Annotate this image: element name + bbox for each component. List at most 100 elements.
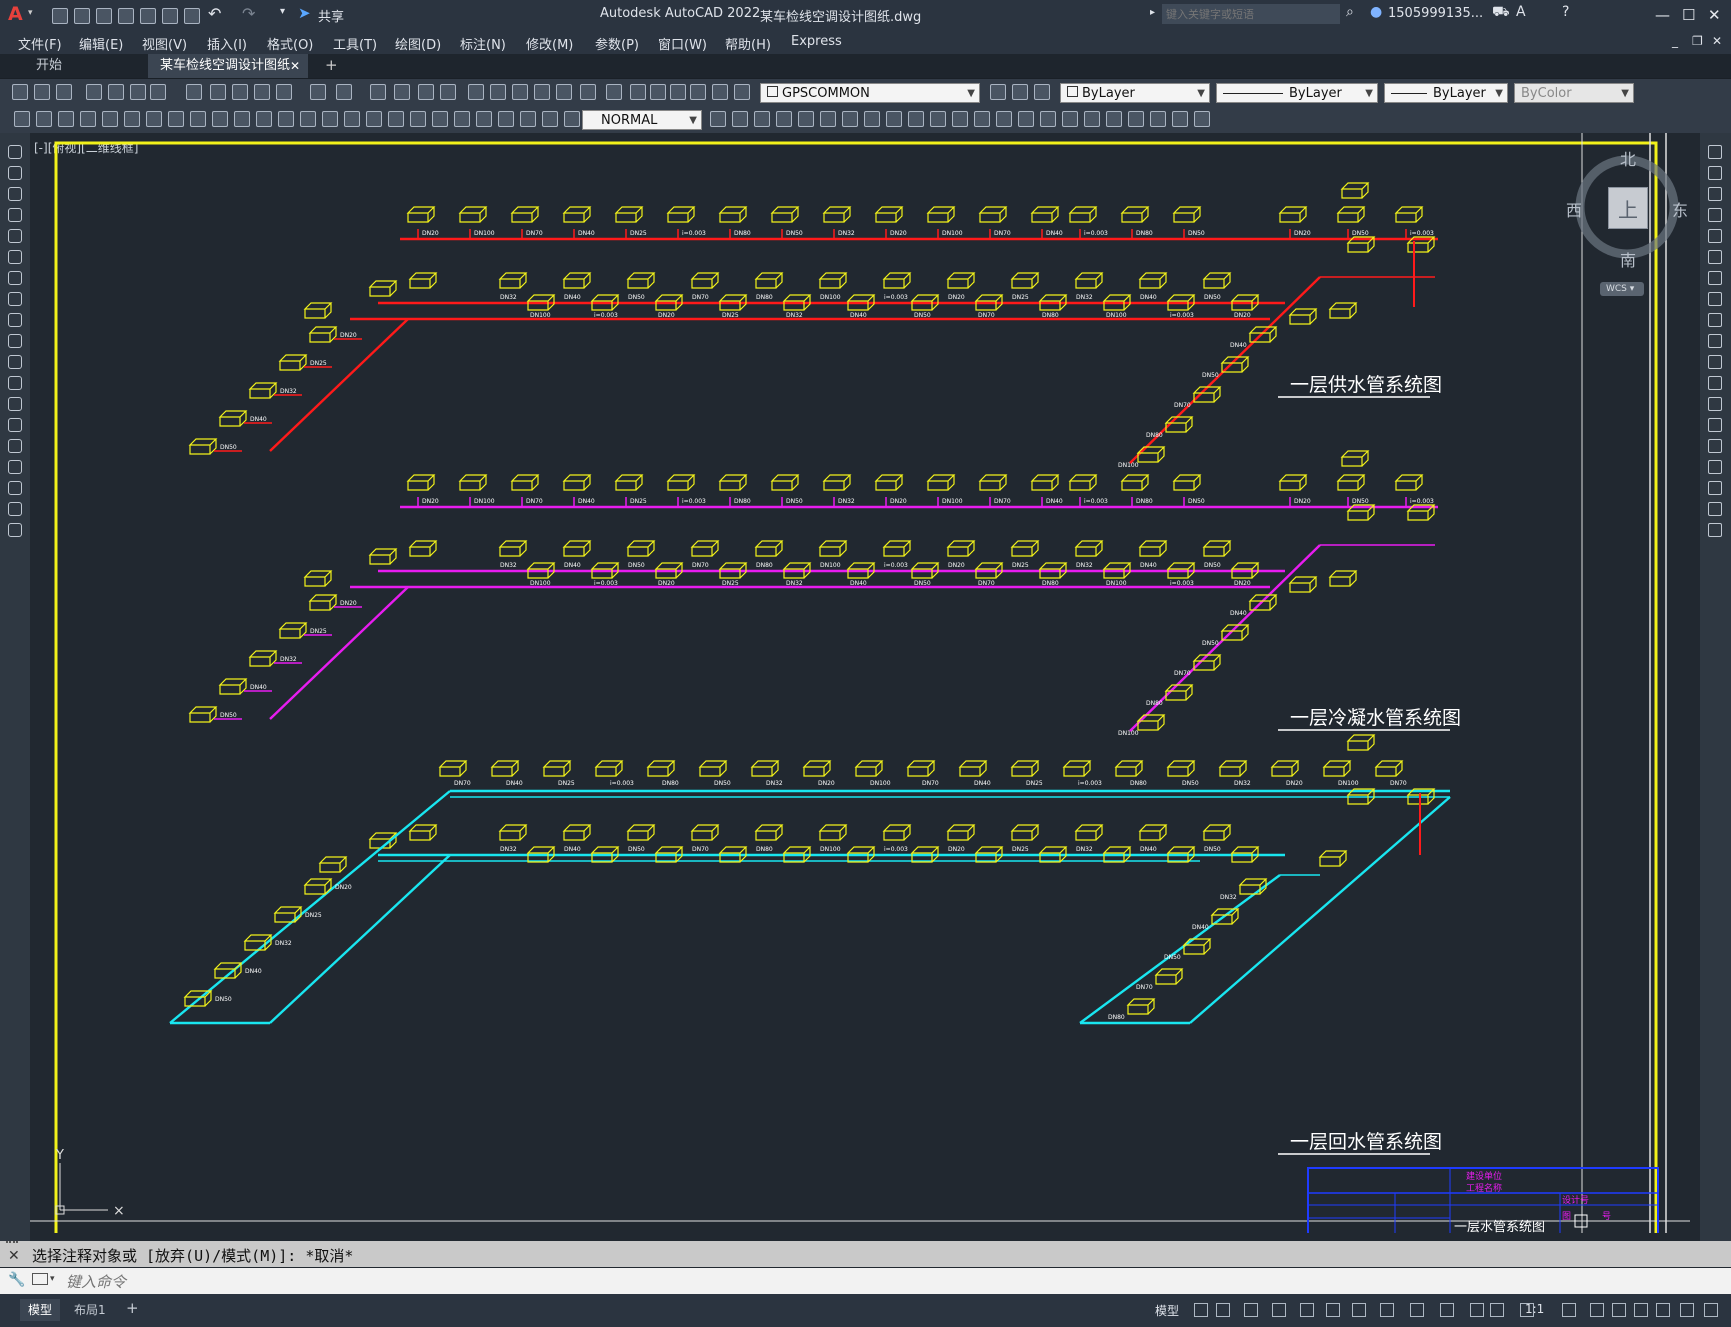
standard-tool-icon[interactable] (630, 84, 646, 100)
draw-tool-icon[interactable] (146, 111, 162, 127)
draw-tool-icon[interactable] (454, 111, 470, 127)
standard-tool-icon[interactable] (650, 84, 666, 100)
standard-tool-icon[interactable] (210, 84, 226, 100)
menu-tools[interactable]: 工具(T) (333, 34, 377, 53)
draw-tool-icon[interactable] (1106, 111, 1122, 127)
modify-palette-tool-icon[interactable] (1708, 229, 1722, 243)
draw-palette-tool-icon[interactable] (8, 334, 22, 348)
saveas-icon[interactable] (118, 8, 134, 24)
modify-palette-tool-icon[interactable] (1708, 376, 1722, 390)
autodesk-app-icon[interactable]: A (1516, 4, 1526, 20)
share-button[interactable]: 共享 (318, 6, 344, 25)
draw-tool-icon[interactable] (102, 111, 118, 127)
standard-tool-icon[interactable] (336, 84, 352, 100)
draw-palette-tool-icon[interactable] (8, 481, 22, 495)
annotation-scale[interactable]: 1:1 (1525, 1302, 1544, 1316)
draw-tool-icon[interactable] (234, 111, 250, 127)
standard-tool-icon[interactable] (490, 84, 506, 100)
tab-drawing[interactable]: 某车检线空调设计图纸* ✕ (148, 54, 308, 97)
menu-window[interactable]: 窗口(W) (658, 34, 707, 53)
modify-palette-tool-icon[interactable] (1708, 523, 1722, 537)
layer-dropdown[interactable]: GPSCOMMON ▼ (760, 83, 980, 103)
new-tab-icon[interactable]: + (325, 56, 338, 74)
draw-tool-icon[interactable] (798, 111, 814, 127)
standard-tool-icon[interactable] (580, 84, 596, 100)
standard-tool-icon[interactable] (556, 84, 572, 100)
draw-palette-tool-icon[interactable] (8, 502, 22, 516)
linetype-dropdown[interactable]: ByLayer ▼ (1216, 83, 1378, 103)
draw-palette-tool-icon[interactable] (8, 313, 22, 327)
help-search-input[interactable] (1162, 4, 1340, 24)
model-space-button[interactable]: 模型 (1155, 1302, 1179, 1319)
draw-palette-tool-icon[interactable] (8, 376, 22, 390)
modify-palette-tool-icon[interactable] (1708, 439, 1722, 453)
status-toggle-icon[interactable] (1352, 1303, 1366, 1317)
modify-palette-tool-icon[interactable] (1708, 271, 1722, 285)
draw-tool-icon[interactable] (300, 111, 316, 127)
doc-close-icon[interactable]: ✕ (1712, 34, 1722, 48)
draw-tool-icon[interactable] (930, 111, 946, 127)
menu-file[interactable]: 文件(F) (18, 34, 62, 53)
user-icon[interactable]: ● (1370, 4, 1382, 20)
status-toggle-icon[interactable] (1470, 1303, 1484, 1317)
standard-tool-icon[interactable] (108, 84, 124, 100)
compass-west[interactable]: 西 (1566, 197, 1582, 221)
modify-palette-tool-icon[interactable] (1708, 166, 1722, 180)
menu-edit[interactable]: 编辑(E) (79, 34, 123, 53)
draw-palette-tool-icon[interactable] (8, 418, 22, 432)
draw-palette-tool-icon[interactable] (8, 460, 22, 474)
save-to-web-icon[interactable] (162, 8, 178, 24)
menu-help[interactable]: 帮助(H) (725, 34, 771, 53)
status-toggle-icon[interactable] (1440, 1303, 1454, 1317)
draw-palette-tool-icon[interactable] (8, 208, 22, 222)
standard-tool-icon[interactable] (254, 84, 270, 100)
status-toggle-icon[interactable] (1410, 1303, 1424, 1317)
standard-tool-icon[interactable] (394, 84, 410, 100)
status-toggle-icon[interactable] (1612, 1303, 1626, 1317)
draw-tool-icon[interactable] (864, 111, 880, 127)
draw-tool-icon[interactable] (344, 111, 360, 127)
drawing-canvas[interactable]: DN20 DN100 DN70 DN40 DN25 i=0.003 DN80 DN50 DN32… (30, 133, 1700, 1233)
modify-palette-tool-icon[interactable] (1708, 292, 1722, 306)
menu-insert[interactable]: 插入(I) (207, 34, 247, 53)
search-icon[interactable]: ⌕ (1346, 4, 1354, 20)
status-toggle-icon[interactable] (1490, 1303, 1504, 1317)
standard-tool-icon[interactable] (690, 84, 706, 100)
draw-tool-icon[interactable] (476, 111, 492, 127)
modify-palette-tool-icon[interactable] (1708, 418, 1722, 432)
draw-tool-icon[interactable] (908, 111, 924, 127)
add-layout-icon[interactable]: + (126, 1299, 139, 1317)
drawing-viewport[interactable]: [-][俯视][二维线框] DN20 DN100 DN70 DN40 DN25 i=0.0… (30, 133, 1700, 1233)
standard-tool-icon[interactable] (670, 84, 686, 100)
app-menu-chevron-icon[interactable]: ▾ (28, 8, 33, 18)
standard-tool-icon[interactable] (56, 84, 72, 100)
draw-tool-icon[interactable] (1150, 111, 1166, 127)
plot-icon[interactable] (184, 8, 200, 24)
draw-tool-icon[interactable] (1194, 111, 1210, 127)
draw-tool-icon[interactable] (36, 111, 52, 127)
draw-tool-icon[interactable] (564, 111, 580, 127)
draw-tool-icon[interactable] (322, 111, 338, 127)
standard-tool-icon[interactable] (232, 84, 248, 100)
draw-tool-icon[interactable] (124, 111, 140, 127)
user-name[interactable]: 1505999135... (1388, 6, 1483, 21)
modify-palette-tool-icon[interactable] (1708, 460, 1722, 474)
status-toggle-icon[interactable] (1380, 1303, 1394, 1317)
textstyle-dropdown[interactable]: NORMAL ▼ (582, 110, 702, 130)
standard-tool-icon[interactable] (990, 84, 1006, 100)
draw-tool-icon[interactable] (498, 111, 514, 127)
modify-palette-tool-icon[interactable] (1708, 502, 1722, 516)
menu-format[interactable]: 格式(O) (267, 34, 313, 53)
standard-tool-icon[interactable] (534, 84, 550, 100)
quick-access-more-icon[interactable]: ▾ (280, 6, 285, 17)
command-grip-icon[interactable] (6, 1241, 18, 1247)
minimize-icon[interactable]: — (1655, 6, 1670, 24)
draw-tool-icon[interactable] (212, 111, 228, 127)
modify-palette-tool-icon[interactable] (1708, 208, 1722, 222)
draw-tool-icon[interactable] (520, 111, 536, 127)
modify-palette-tool-icon[interactable] (1708, 145, 1722, 159)
new-icon[interactable] (52, 8, 68, 24)
standard-tool-icon[interactable] (734, 84, 750, 100)
standard-tool-icon[interactable] (276, 84, 292, 100)
draw-palette-tool-icon[interactable] (8, 250, 22, 264)
